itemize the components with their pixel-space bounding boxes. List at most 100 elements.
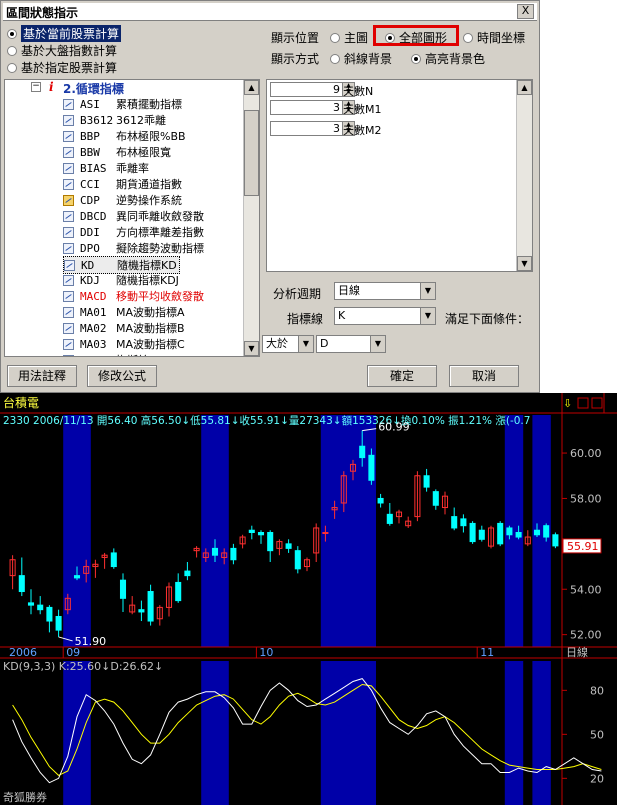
dialog-titlebar[interactable]: 區間狀態指示 X <box>3 3 537 21</box>
tree-item-dpo[interactable]: DPO 擬除趨勢波動指標 <box>63 240 204 256</box>
indicator-icon <box>63 274 74 286</box>
price-tick-label: 54.00 <box>570 583 602 596</box>
watermark: 奇狐勝券 <box>3 790 47 804</box>
indicator-icon <box>63 322 74 334</box>
tree-item-ma03[interactable]: MA03 MA波動指標C <box>63 336 185 352</box>
mode-hatched[interactable]: 斜線背景 <box>330 50 392 67</box>
dropdown-arrow-icon[interactable]: ▼ <box>420 283 435 299</box>
tree-item-bbp[interactable]: BBP 布林極限%BB <box>63 128 186 144</box>
tree-item-ma02[interactable]: MA02 MA波動指標B <box>63 320 185 336</box>
cancel-button[interactable]: 取消 <box>449 365 519 387</box>
indicator-icon <box>63 306 74 318</box>
tree-item-cci[interactable]: CCI 期貨通道指數 <box>63 176 182 192</box>
indicator-line-select[interactable]: K ▼ <box>334 307 436 325</box>
radio-icon <box>7 62 17 73</box>
position-time-axis[interactable]: 時間坐標 <box>463 29 525 46</box>
price-tick-label: 58.00 <box>570 492 602 505</box>
tree-item-ma01[interactable]: MA01 MA波動指標A <box>63 304 185 320</box>
dropdown-arrow-icon[interactable]: ▼ <box>370 336 385 352</box>
tree-item-code: ASI <box>80 97 100 111</box>
calc-option-index[interactable]: 基於大盤指數計算 <box>7 42 117 59</box>
mode-highlight-label: 高亮背景色 <box>425 52 486 66</box>
tree-item-name: 布林極限%BB <box>116 130 186 143</box>
candle-body <box>478 529 485 540</box>
edit-formula-button[interactable]: 修改公式 <box>87 365 157 387</box>
date-label: 11 <box>480 646 494 659</box>
tree-item-name: 3612乖離 <box>116 114 166 127</box>
candle-body <box>211 547 219 556</box>
tree-item-code: MACD <box>80 289 107 303</box>
stock-chart[interactable]: 台積電 2330 2006/11/13 開56.40 高56.50↓低55.81↓… <box>0 393 617 805</box>
tree-item-name: MA波動指標A <box>116 306 185 319</box>
candle-body <box>423 475 430 488</box>
tree-item-ddi[interactable]: DDI 方向標準離差指數 <box>63 224 204 240</box>
indicator-icon <box>63 98 74 110</box>
calc-option-label: 基於大盤指數計算 <box>21 44 118 58</box>
signal-band-price <box>201 415 229 647</box>
tree-item-mass[interactable]: MASS梅斯線 <box>63 352 149 357</box>
candle-body <box>73 575 81 579</box>
param-value: 3 <box>333 101 340 114</box>
candle-body <box>432 491 439 506</box>
calc-option-specified[interactable]: 基於指定股票計算 <box>7 59 117 76</box>
indicator-icon <box>63 338 74 350</box>
candle-body <box>257 532 265 536</box>
radio-icon <box>463 32 473 43</box>
scroll-up-icon[interactable]: ▲ <box>244 80 259 95</box>
tree-item-name: MA波動指標B <box>116 322 185 335</box>
param-scrollbar[interactable]: ▲ ▼ <box>516 80 532 271</box>
tree-item-cdp[interactable]: CDP 逆勢操作系統 <box>63 192 182 208</box>
analysis-period-select[interactable]: 日線 ▼ <box>334 282 436 300</box>
scroll-up-icon[interactable]: ▲ <box>517 80 532 95</box>
condition-target-select[interactable]: D ▼ <box>316 335 386 353</box>
param-n-label: 天數N <box>343 85 374 98</box>
candle-body <box>451 516 458 529</box>
dropdown-arrow-icon[interactable]: ▼ <box>420 308 435 324</box>
mode-hatched-label: 斜線背景 <box>344 52 393 66</box>
tree-item-code: B3612 <box>80 113 114 127</box>
tree-item-kdj[interactable]: KDJ 隨機指標KDJ <box>63 272 179 288</box>
tree-scrollbar[interactable]: ▲ ▼ <box>243 80 259 356</box>
scroll-thumb[interactable] <box>244 110 259 196</box>
tree-item-code: DDI <box>80 225 100 239</box>
date-label: 2006 <box>9 646 37 659</box>
ok-button[interactable]: 確定 <box>367 365 437 387</box>
tree-item-bbw[interactable]: BBW 布林極限寬 <box>63 144 171 160</box>
position-all[interactable]: 全部圖形 <box>385 29 447 46</box>
candle-body <box>497 522 504 545</box>
condition-operator-select[interactable]: 大於 ▼ <box>262 335 314 353</box>
param-panel: 9 ▲ ▼ 天數N 3 ▲ ▼ 天數M1 3 ▲ ▼ 天數M2 ▲ ▼ <box>266 79 533 272</box>
select-value: K <box>338 309 346 322</box>
position-main[interactable]: 主圖 <box>330 29 368 46</box>
help-button[interactable]: 用法註釋 <box>7 365 77 387</box>
mode-highlight[interactable]: 高亮背景色 <box>411 50 485 67</box>
tree-item-code: MASS <box>80 354 116 357</box>
tree-item-dbcd[interactable]: DBCD 異同乖離收斂發散 <box>63 208 204 224</box>
kd-header: KD(9,3,3) K:25.60↓D:26.62↓ <box>3 660 163 673</box>
kd-tick-label: 20 <box>590 772 604 785</box>
dropdown-arrow-icon[interactable]: ▼ <box>298 336 313 352</box>
tree-item-asi[interactable]: ASI 累積擺動指標 <box>63 96 182 112</box>
collapse-icon[interactable]: − <box>31 82 41 92</box>
calc-option-current[interactable]: 基於當前股票計算 <box>7 25 122 42</box>
tree-item-code: MA02 <box>80 321 107 335</box>
indicator-icon <box>63 162 74 174</box>
indicator-tree[interactable]: − i 2.循環指標 ASI 累積擺動指標 B3612 3612乖離 BBP 布林極限%B… <box>4 79 260 357</box>
tree-group-label[interactable]: 2.循環指標 <box>63 80 124 97</box>
close-button[interactable]: X <box>517 4 534 19</box>
tree-item-bias[interactable]: BIAS 乖離率 <box>63 160 149 176</box>
candle-body <box>285 543 292 549</box>
tree-item-code: MA03 <box>80 337 107 351</box>
candle-body <box>543 525 550 538</box>
tree-item-code: CDP <box>80 193 100 207</box>
indicator-dialog: 區間狀態指示 X 基於當前股票計算 基於大盤指數計算 基於指定股票計算 顯示位置… <box>0 0 540 393</box>
dialog-title: 區間狀態指示 <box>6 6 79 20</box>
tree-item-name: 移動平均收斂發散 <box>116 290 204 303</box>
tree-item-name: 隨機指標KD <box>117 259 177 272</box>
tree-item-macd[interactable]: MACD 移動平均收斂發散 <box>63 288 204 304</box>
scroll-down-icon[interactable]: ▼ <box>244 341 259 356</box>
tree-item-b3612[interactable]: B3612 3612乖離 <box>63 112 166 128</box>
signal-band-kd <box>504 661 524 805</box>
scroll-down-icon[interactable]: ▼ <box>517 256 532 271</box>
chart-canvas[interactable]: 台積電 2330 2006/11/13 開56.40 高56.50↓低55.81↓… <box>0 393 617 805</box>
